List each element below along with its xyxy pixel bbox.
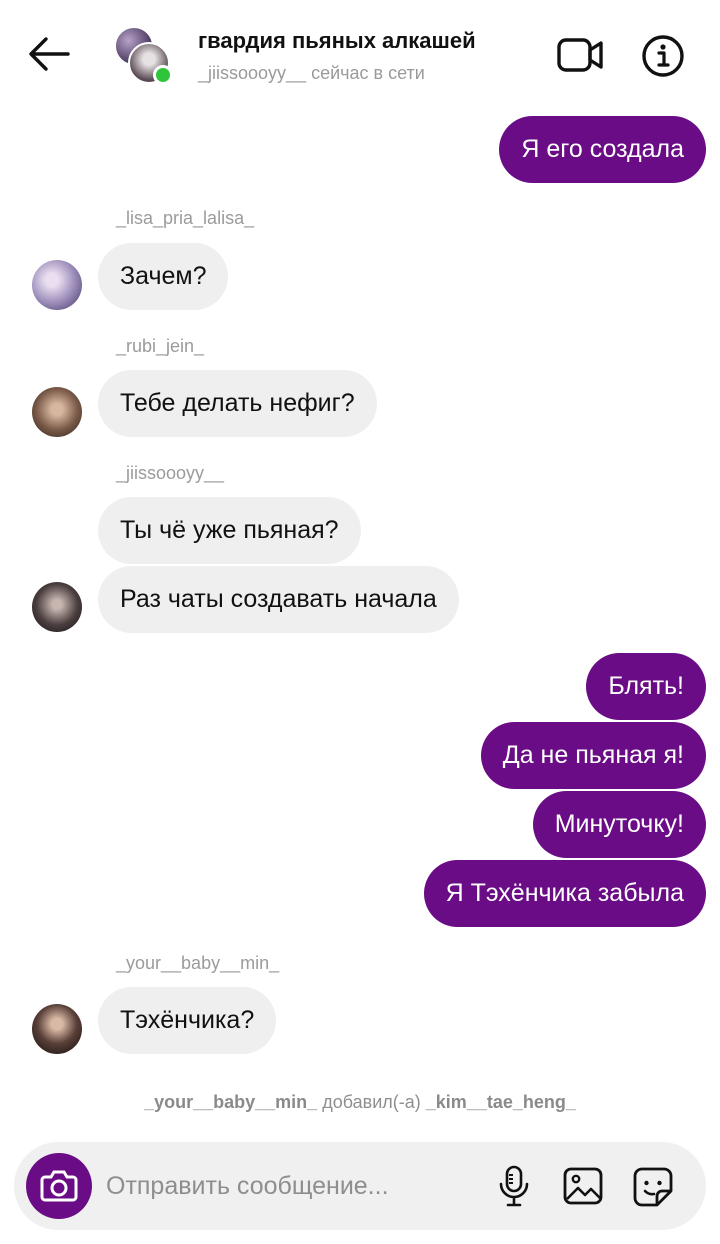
info-button[interactable] [640, 33, 686, 79]
online-indicator [153, 65, 173, 85]
sender-name: _lisa_pria_lalisa_ [116, 208, 255, 228]
incoming-message[interactable]: Ты чё уже пьяная? [98, 497, 361, 564]
avatar[interactable] [32, 260, 82, 310]
incoming-message[interactable]: Тебе делать нефиг? [98, 370, 377, 437]
incoming-message[interactable]: Зачем? [98, 243, 229, 310]
gallery-icon [563, 1167, 603, 1205]
chat-title[interactable]: гвардия пьяных алкашей [198, 28, 476, 54]
outgoing-message[interactable]: Да не пьяная я! [480, 722, 706, 789]
group-avatar[interactable] [114, 26, 174, 86]
message-composer [14, 1142, 706, 1230]
avatar[interactable] [32, 387, 82, 437]
camera-button[interactable] [26, 1153, 92, 1219]
sticker-button[interactable] [632, 1166, 674, 1208]
camera-icon [40, 1170, 78, 1202]
system-notice-target[interactable]: _kim__tae_heng_ [426, 1092, 576, 1112]
video-call-button[interactable] [556, 34, 604, 76]
video-camera-icon [557, 38, 603, 72]
chat-header: гвардия пьяных алкашей _jiissoooyy__ сей… [0, 0, 720, 110]
microphone-button[interactable] [496, 1164, 532, 1208]
sender-name: _your__baby__min_ [116, 953, 280, 973]
avatar[interactable] [32, 1004, 82, 1054]
message-input[interactable] [106, 1166, 466, 1206]
gallery-button[interactable] [562, 1166, 604, 1206]
microphone-icon [499, 1165, 529, 1207]
chat-status: _jiissoooyy__ сейчас в сети [198, 63, 425, 83]
sender-name: _rubi_jein_ [116, 336, 205, 356]
outgoing-message[interactable]: Минуточку! [532, 791, 706, 858]
back-button[interactable] [26, 34, 72, 74]
outgoing-message[interactable]: Я его создала [499, 116, 706, 183]
system-notice-actor[interactable]: _your__baby__min_ [144, 1092, 317, 1112]
sender-name: _jiissoooyy__ [116, 463, 225, 483]
outgoing-message[interactable]: Блять! [586, 653, 706, 720]
system-notice: _your__baby__min_ добавил(-а) _kim__tae_… [0, 1092, 720, 1113]
sticker-icon [633, 1167, 673, 1207]
arrow-left-icon [29, 37, 70, 71]
system-notice-action: добавил(-а) [322, 1092, 421, 1112]
incoming-message[interactable]: Тэхёнчика? [98, 987, 277, 1054]
avatar[interactable] [32, 582, 82, 632]
incoming-message[interactable]: Раз чаты создавать начала [98, 566, 459, 633]
info-icon [642, 35, 684, 77]
outgoing-message[interactable]: Я Тэхёнчика забыла [423, 860, 706, 927]
